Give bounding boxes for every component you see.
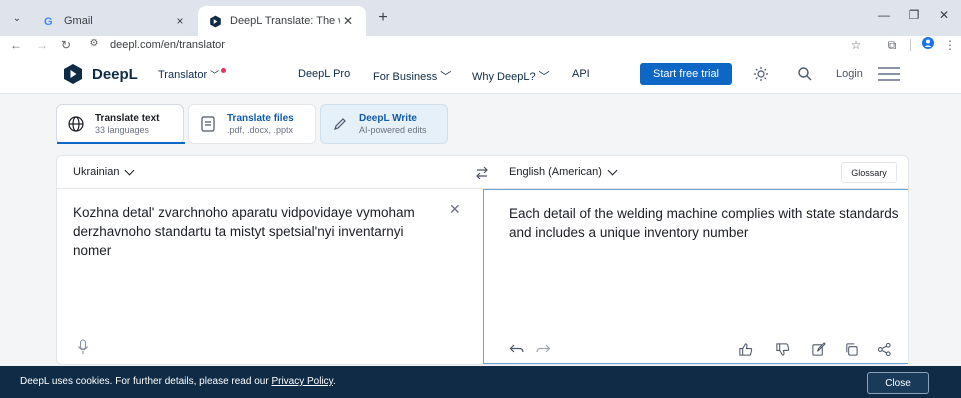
reload-icon[interactable]: ↻ [58,37,74,53]
glossary-button[interactable]: Glossary [841,162,897,183]
nav-api[interactable]: API [572,68,590,80]
cookie-message: DeepL uses cookies. For further details,… [20,376,336,387]
source-text[interactable]: Kozhna detal' zvarchnoho aparatu vidpovi… [73,203,443,260]
translated-text: Each detail of the welding machine compl… [509,206,899,240]
extensions-icon[interactable]: ⧉ [884,37,900,53]
new-tab-button[interactable]: + [374,10,392,28]
cookie-text-end: . [332,376,336,387]
brand-name: DeepL [92,65,138,83]
nav-for-business[interactable]: For Business ﹀ [373,68,451,84]
start-free-trial-button[interactable]: Start free trial [640,63,732,85]
tab-close-icon[interactable]: ✕ [340,13,356,29]
url-text: deepl.com/en/translator [110,39,225,51]
mode-subtitle: .pdf, .docx, .pptx [227,124,294,135]
edit-pencil-icon[interactable] [810,341,826,357]
cookie-close-button[interactable]: Close [867,372,929,394]
site-header: DeepL Translator ﹀ DeepL Pro For Busines… [0,54,961,94]
back-arrow-icon[interactable]: ← [8,37,24,53]
target-language-label: English (American) [509,166,602,178]
profile-avatar-icon[interactable] [920,37,936,53]
active-mode-underline [57,142,185,144]
deepl-logo-icon [64,64,82,84]
login-link[interactable]: Login [836,68,863,80]
notification-dot [221,68,227,73]
privacy-policy-link[interactable]: Privacy Policy [271,376,333,387]
translator-menu[interactable]: Translator ﹀ [158,68,227,81]
tab-search-chevron-icon[interactable]: ⌄ [8,9,26,27]
mode-deepl-write[interactable]: DeepL Write AI-powered edits [320,104,448,144]
target-text-area[interactable]: Each detail of the welding machine compl… [483,189,908,364]
tab-close-icon[interactable]: × [172,13,188,29]
tab-deepl[interactable]: DeepL Translate: The world's m ✕ [198,6,366,36]
chevron-down-icon [125,165,135,175]
nav-for-business-label: For Business [373,71,438,83]
clear-text-icon[interactable]: ✕ [449,201,461,218]
tab-gmail[interactable]: G Gmail × [32,6,198,36]
nav-why-deepl-label: Why DeepL? [472,71,536,83]
cookie-banner: DeepL uses cookies. For further details,… [0,366,961,398]
undo-icon[interactable] [509,341,525,357]
translator-label: Translator [158,68,208,81]
nav-deepl-pro[interactable]: DeepL Pro [298,68,350,80]
cookie-text: DeepL uses cookies. For further details,… [20,376,272,387]
source-language-label: Ukrainian [73,166,120,178]
search-icon[interactable] [796,65,814,83]
thumbs-up-icon[interactable] [737,341,753,357]
address-bar[interactable]: ⚙ deepl.com/en/translator [86,36,836,54]
bookmark-star-icon[interactable]: ☆ [848,37,864,53]
chevron-down-icon: ﹀ [210,70,220,80]
browser-tab-strip: ⌄ G Gmail × DeepL Translate: The world's… [0,0,961,36]
mode-translate-text[interactable]: Translate text 33 languages [56,104,185,144]
mode-title: Translate text [95,112,160,124]
microphone-icon[interactable] [77,339,91,357]
thumbs-down-icon[interactable] [774,341,790,357]
tab-title: DeepL Translate: The world's m [230,15,340,27]
maximize-button[interactable]: ❐ [899,8,929,28]
hamburger-menu-icon[interactable] [878,67,900,81]
window-close-button[interactable]: ✕ [929,8,959,28]
forward-arrow-icon[interactable]: → [34,37,50,53]
browser-menu-icon[interactable]: ⋮ [944,37,956,53]
deepl-logo[interactable]: DeepL [62,63,138,85]
mode-title: DeepL Write [359,112,417,124]
mode-subtitle: AI-powered edits [359,124,427,135]
mode-translate-files[interactable]: Translate files .pdf, .docx, .pptx [188,104,316,144]
translator-panel: Ukrainian English (American) Glossary Ko… [56,155,909,365]
swap-languages-icon[interactable] [474,165,490,181]
source-language-selector[interactable]: Ukrainian [73,165,135,178]
chevron-down-icon [607,165,618,175]
language-bar: Ukrainian English (American) Glossary [57,156,908,189]
copy-icon[interactable] [843,341,859,357]
theme-toggle-sun-icon[interactable] [752,65,770,83]
chevron-down-icon: ﹀ [538,71,550,83]
document-icon [199,115,217,133]
chevron-down-icon: ﹀ [440,71,452,83]
site-info-icon[interactable]: ⚙ [86,38,102,52]
share-icon[interactable] [876,341,892,357]
minimize-button[interactable]: — [869,8,899,28]
mode-subtitle: 33 languages [95,124,150,135]
tab-title: Gmail [64,15,93,27]
svg-text:G: G [44,16,53,27]
deepl-favicon-icon [208,14,222,28]
pen-icon [331,115,349,133]
redo-icon[interactable] [535,341,551,357]
target-language-selector[interactable]: English (American) [509,165,618,178]
nav-why-deepl[interactable]: Why DeepL? ﹀ [472,68,550,84]
globe-icon [67,115,85,133]
mode-title: Translate files [227,112,294,124]
toolbar-divider [910,39,912,51]
source-text-area[interactable]: Kozhna detal' zvarchnoho aparatu vidpovi… [57,189,483,364]
browser-toolbar: ← → ↻ ⚙ deepl.com/en/translator ☆ ⧉ ⋮ [0,36,961,54]
gmail-favicon-icon: G [42,14,56,28]
